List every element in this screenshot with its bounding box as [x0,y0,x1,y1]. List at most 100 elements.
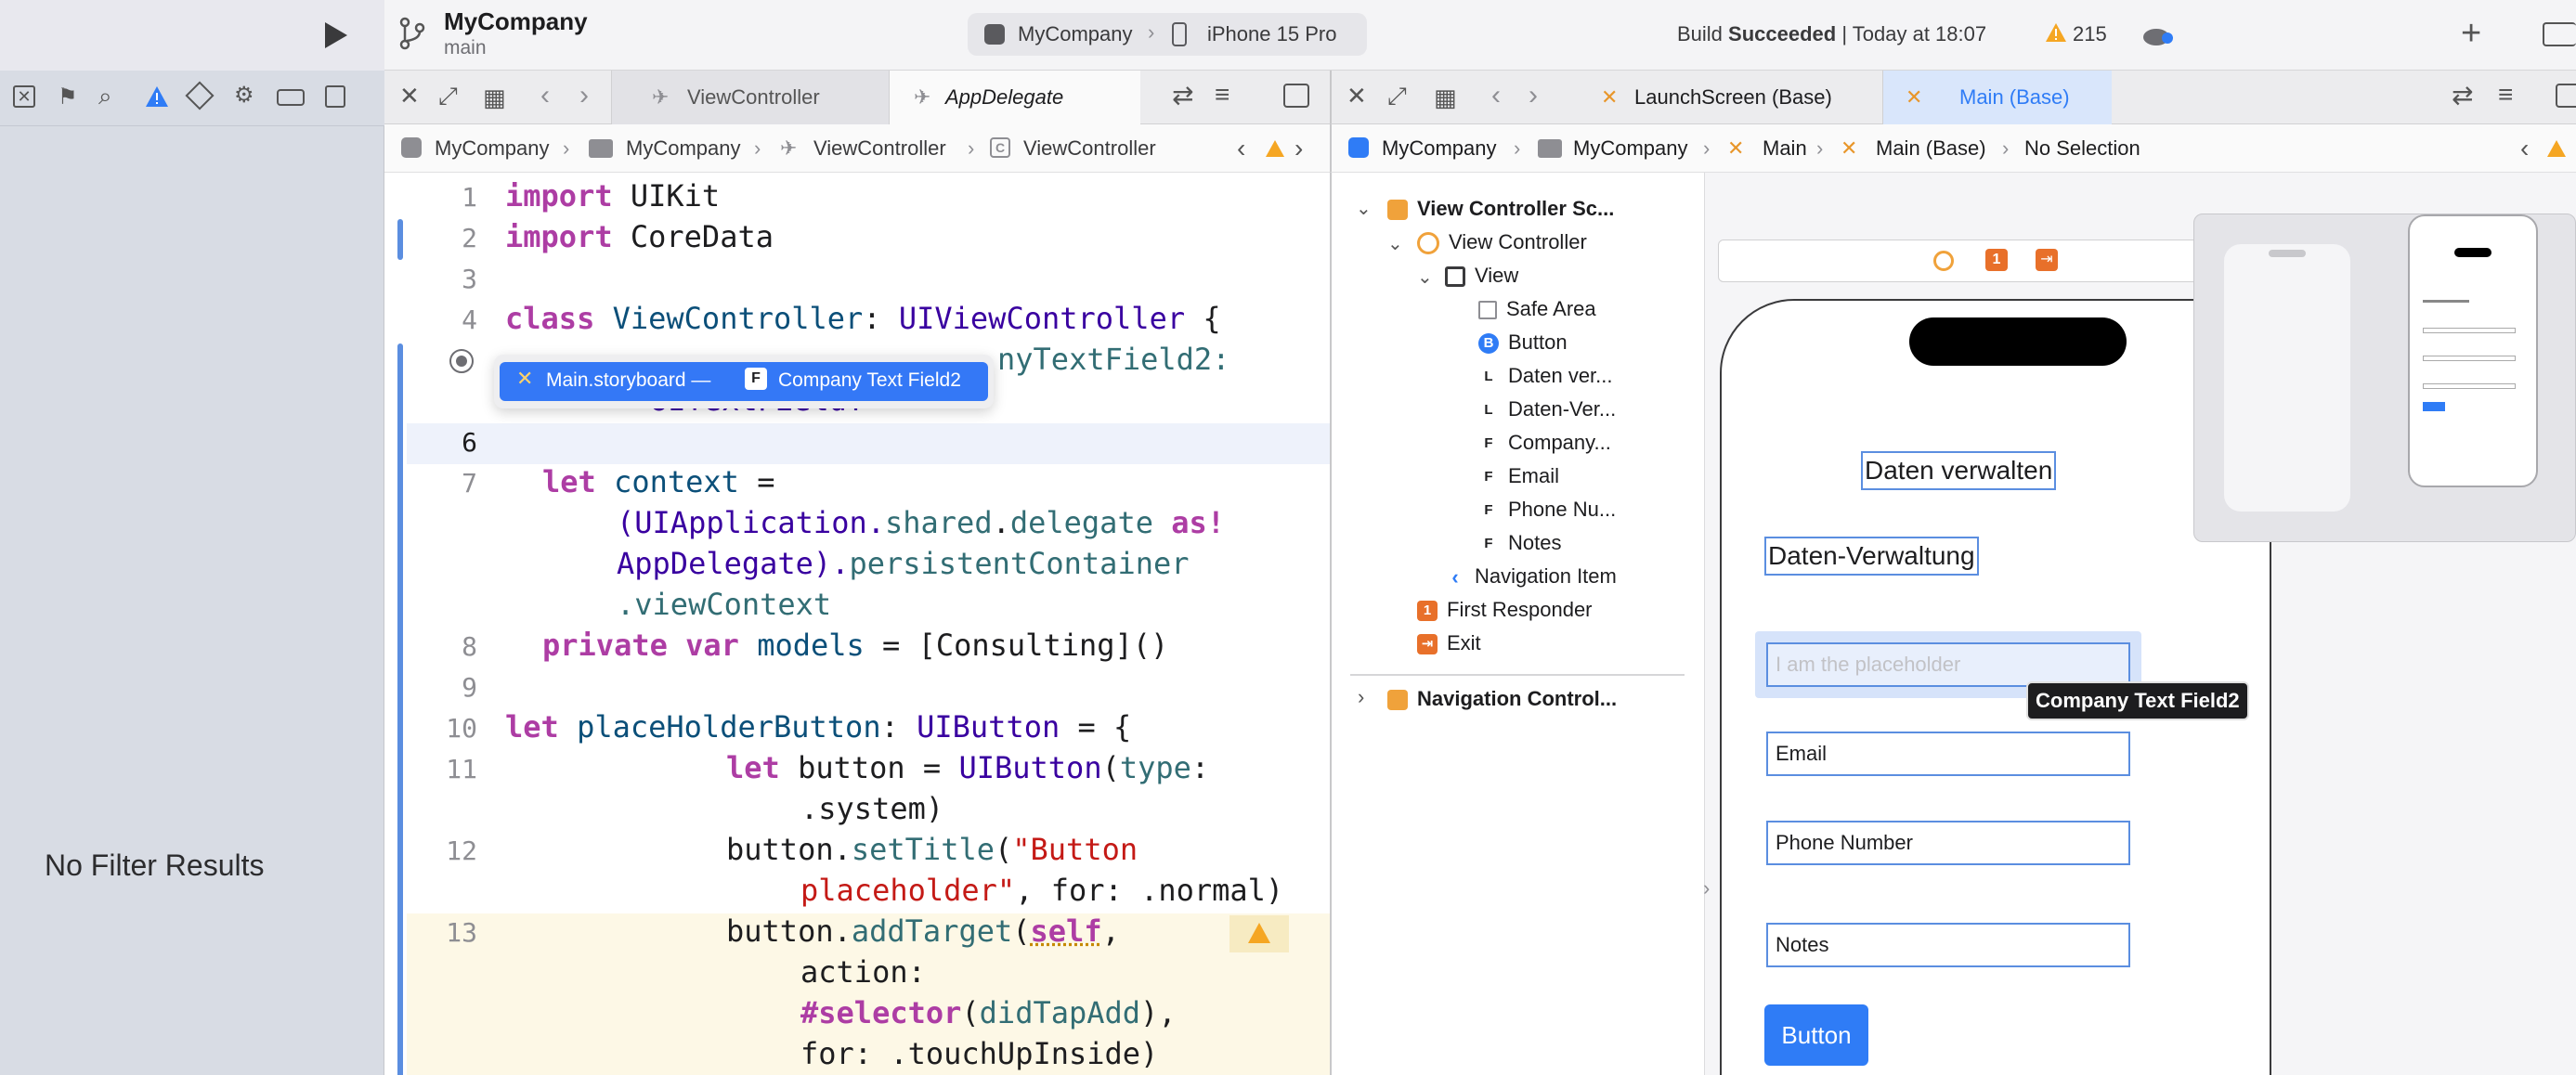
canvas-minimap[interactable] [2193,214,2576,542]
outline-safe-area[interactable]: Safe Area [1478,295,1596,323]
split-editor-icon[interactable] [2556,84,2576,108]
chevron-right-icon[interactable]: › [1295,124,1303,173]
warning-icon[interactable] [1265,139,1285,162]
outline-toggle-icon[interactable]: › [1703,876,1710,900]
jumpbar-variant[interactable]: Main (Base) [1876,124,1986,173]
outline-textfield-item[interactable]: F Company... [1478,429,1610,457]
view-controller-dock-icon[interactable] [1933,251,1954,271]
canvas-expand-icon[interactable]: ⤢ [1387,82,1407,111]
company-textfield[interactable]: I am the placeholder [1766,642,2130,687]
outline-navigation-item[interactable]: ‹ Navigation Item [1445,563,1617,590]
first-responder-dock-icon[interactable]: 1 [1985,249,2008,271]
build-status: Build Succeeded | Today at 18:07 [1677,22,1986,46]
navigator-close-icon[interactable]: ✕ [13,85,35,108]
minimap-navigation-controller [2224,244,2350,512]
inline-warning-icon[interactable] [1229,915,1289,952]
outline-navigation-controller-scene[interactable]: Navigation Control... [1387,685,1617,713]
outline-label: Daten-Ver... [1508,397,1617,421]
outline-first-responder[interactable]: 1 First Responder [1417,596,1593,624]
canvas-close-icon[interactable]: ✕ [1347,82,1367,110]
run-button[interactable] [318,19,351,52]
scheme-name[interactable]: MyCompany [1018,22,1132,46]
build-status-result: Succeeded [1728,22,1837,45]
code-line: private var models = [Consulting]() [542,628,1168,663]
editor-options-icon[interactable]: ≡ [2498,80,2513,110]
notes-textfield[interactable]: Notes [1766,923,2130,967]
outline-view-controller[interactable]: View Controller [1417,228,1587,256]
exit-dock-icon[interactable]: ⇥ [2036,249,2058,271]
tab-launchscreen-label: LaunchScreen (Base) [1634,85,1832,109]
outline-textfield-item[interactable]: F Phone Nu... [1478,496,1616,524]
jumpbar-symbol[interactable]: ViewController [1023,124,1156,173]
disclosure-open-icon[interactable]: ⌄ [1417,266,1433,289]
phone-textfield[interactable]: Phone Number [1766,821,2130,865]
outline-scene[interactable]: View Controller Sc... [1387,195,1614,223]
jumpbar-storyboard[interactable]: Main [1763,124,1807,173]
device-name[interactable]: iPhone 15 Pro [1207,22,1336,46]
scene-subtitle-label[interactable]: Daten-Verwaltung [1764,537,1979,576]
disclosure-open-icon[interactable]: ⌄ [1387,232,1403,255]
email-textfield[interactable]: Email [1766,732,2130,776]
disclosure-closed-icon[interactable]: › [1358,685,1364,709]
add-icon[interactable]: + [2461,15,2481,52]
outline-textfield-item[interactable]: F Email [1478,462,1559,490]
swap-icon[interactable]: ⇄ [1172,80,1193,110]
canvas-grid-icon[interactable]: ▦ [1434,84,1457,112]
debug-navigator-icon[interactable]: ⚙ [234,82,254,109]
search-icon[interactable]: ⌕ [98,82,112,111]
scene-button[interactable]: Button [1764,1004,1868,1066]
editor-expand-icon[interactable]: ⤢ [438,82,458,111]
outline-textfield-item[interactable]: F Notes [1478,529,1561,557]
split-editor-icon[interactable] [1283,84,1309,108]
outline-label-item[interactable]: L Daten ver... [1478,362,1612,390]
connection-popup[interactable]: ✕ Main.storyboard — F Company Text Field… [494,355,994,408]
folder-icon [1538,139,1562,158]
jumpbar-folder[interactable]: MyCompany [626,124,740,173]
editor-grid-icon[interactable]: ▦ [483,84,506,112]
storyboard-icon: ✕ [1841,136,1858,160]
jumpbar-file[interactable]: ViewController [813,124,946,173]
chevron-left-icon[interactable]: ‹ [2520,124,2529,173]
jumpbar-project[interactable]: MyCompany [435,124,549,173]
project-title: MyCompany [444,7,588,35]
minimap-button [2423,402,2445,411]
outline-view[interactable]: View [1445,262,1518,290]
code-token: , [1101,913,1120,949]
disclosure-open-icon[interactable]: ⌄ [1356,197,1372,220]
outlet-connection-icon[interactable] [449,349,474,373]
warning-count[interactable]: 215 [2073,22,2107,46]
jumpbar-folder[interactable]: MyCompany [1573,124,1687,173]
forward-arrow-icon[interactable]: › [1529,80,1538,111]
back-arrow-icon[interactable]: ‹ [540,80,550,111]
line-number: 8 [462,631,477,662]
swap-icon[interactable]: ⇄ [2452,80,2473,110]
code-editor[interactable]: 1 import UIKit 2 import CoreData 3 4 cla… [384,173,1330,1075]
scene-title-label[interactable]: Daten verwalten [1861,451,2057,490]
editor-close-icon[interactable]: ✕ [399,82,420,110]
outline-exit[interactable]: ⇥ Exit [1417,629,1481,657]
jumpbar-project[interactable]: MyCompany [1382,124,1496,173]
forward-arrow-icon[interactable]: › [579,80,589,111]
scene-icon [1387,690,1408,711]
breakpoint-navigator-icon[interactable] [277,89,305,106]
code-line: nyTextField2: [997,342,1229,377]
back-arrow-icon[interactable]: ‹ [1491,80,1501,111]
chevron-right-icon: › [1703,136,1711,160]
popup-field-label: Company Text Field2 [778,369,961,391]
cloud-status-icon[interactable] [2141,24,2175,51]
report-navigator-icon[interactable] [325,85,345,108]
warning-icon[interactable] [2546,139,2567,162]
warning-icon[interactable] [2045,22,2067,47]
code-token: = [738,464,775,499]
inspector-toggle-icon[interactable] [2543,22,2576,46]
chevron-left-icon[interactable]: ‹ [1237,124,1245,173]
outline-label-item[interactable]: L Daten-Ver... [1478,395,1616,423]
bookmark-icon[interactable]: ⚑ [58,84,78,110]
code-token: import [505,219,613,254]
issue-navigator-icon[interactable] [145,85,169,112]
line-number: 12 [446,835,477,866]
outline-button[interactable]: B Button [1478,329,1568,356]
code-line: button.addTarget(self, [726,913,1120,949]
editor-options-icon[interactable]: ≡ [1215,80,1229,110]
jumpbar-selection[interactable]: No Selection [2024,124,2140,173]
